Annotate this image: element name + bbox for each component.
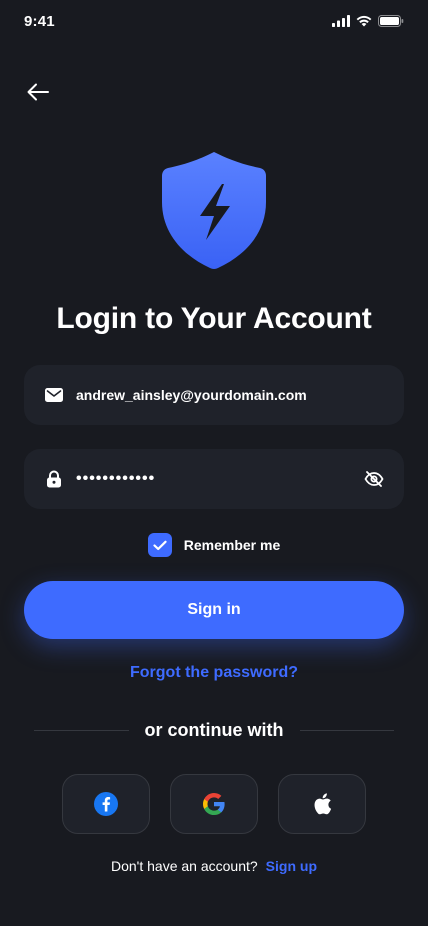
- signal-icon: [332, 15, 350, 27]
- checkmark-icon: [153, 540, 167, 550]
- sign-in-button[interactable]: Sign in: [24, 581, 404, 639]
- arrow-left-icon: [27, 83, 49, 101]
- email-input[interactable]: [76, 387, 384, 403]
- facebook-icon: [94, 792, 118, 816]
- battery-icon: [378, 15, 404, 27]
- email-field[interactable]: [24, 365, 404, 425]
- wifi-icon: [356, 15, 372, 27]
- divider-line-left: [34, 730, 129, 731]
- login-screen: 9:41 Login to Your Account andrew_ainsle…: [0, 0, 428, 926]
- forgot-password-link[interactable]: Forgot the password?: [0, 664, 428, 682]
- divider-line-right: [299, 730, 394, 731]
- status-bar: 9:41: [0, 0, 428, 44]
- continue-with-divider: or continue with: [34, 720, 394, 741]
- social-login-row: [62, 774, 366, 834]
- remember-me-row: Remember me: [0, 533, 428, 557]
- apple-icon: [314, 793, 332, 815]
- facebook-login-button[interactable]: [62, 774, 150, 834]
- google-icon: [203, 793, 225, 815]
- password-field[interactable]: [24, 449, 404, 509]
- password-input[interactable]: [76, 470, 364, 488]
- eye-off-icon[interactable]: [364, 469, 384, 489]
- app-logo: [160, 150, 268, 270]
- remember-me-label: Remember me: [183, 537, 281, 553]
- remember-me-checkbox[interactable]: [147, 533, 172, 557]
- google-login-button[interactable]: [170, 774, 258, 834]
- status-time: 9:41: [24, 13, 55, 30]
- lock-icon: [44, 469, 64, 489]
- signup-question: Don't have an account?: [111, 858, 258, 874]
- page-title: Login to Your Account: [56, 302, 372, 335]
- sign-up-link[interactable]: Sign up: [266, 858, 317, 874]
- signup-row: Don't have an account? Sign up: [0, 858, 428, 874]
- email-icon: [44, 385, 64, 405]
- divider-label: or continue with: [144, 720, 284, 740]
- status-icons: [332, 15, 404, 27]
- shield-bolt-icon: [162, 152, 266, 269]
- apple-login-button[interactable]: [278, 774, 366, 834]
- back-button[interactable]: [24, 78, 52, 106]
